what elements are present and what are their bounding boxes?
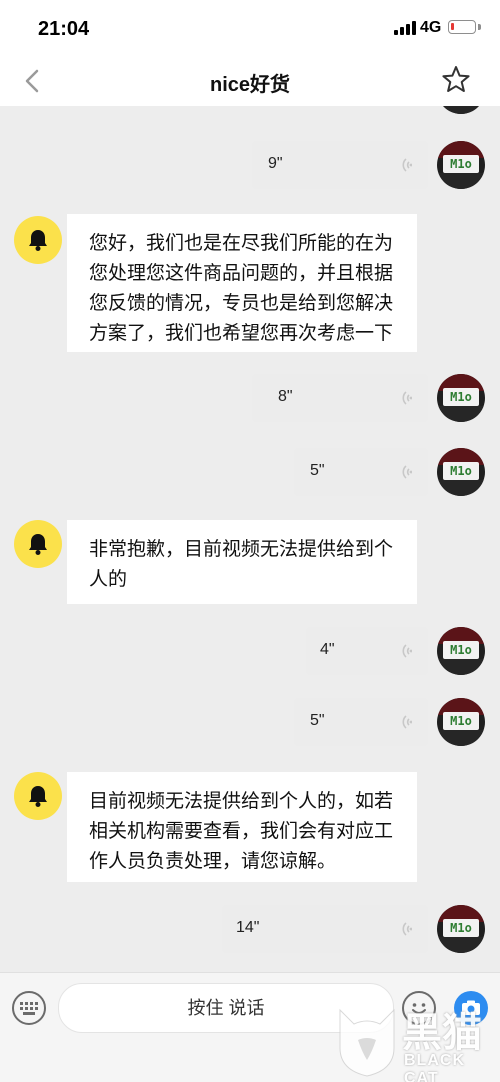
voice-duration: 8" bbox=[278, 388, 293, 405]
battery-icon bbox=[448, 20, 476, 34]
network-type: 4G bbox=[420, 19, 442, 36]
bell-icon bbox=[29, 786, 47, 807]
bell-icon bbox=[29, 230, 47, 251]
voice-message[interactable]: 8" bbox=[252, 374, 428, 422]
user-avatar[interactable]: M1o bbox=[437, 627, 485, 675]
voice-duration: 5" bbox=[310, 712, 325, 729]
voice-duration: 14" bbox=[236, 919, 260, 936]
bot-avatar[interactable] bbox=[14, 520, 62, 568]
voice-wave-icon bbox=[402, 715, 412, 729]
bot-avatar[interactable] bbox=[14, 772, 62, 820]
voice-message[interactable]: 4" bbox=[306, 627, 428, 675]
favorite-button[interactable] bbox=[440, 63, 472, 97]
keyboard-button[interactable] bbox=[12, 991, 46, 1025]
voice-wave-icon bbox=[402, 158, 412, 172]
watermark-en: BLACK CAT bbox=[404, 1052, 465, 1082]
user-avatar[interactable]: M1o bbox=[437, 448, 485, 496]
user-avatar[interactable]: M1o bbox=[437, 698, 485, 746]
cat-logo-icon bbox=[339, 1008, 395, 1077]
bot-message[interactable]: 您好，我们也是在尽我们所能的在为您处理您这件商品问题的，并且根据您反馈的情况，专… bbox=[67, 214, 417, 352]
voice-message[interactable]: 5" bbox=[294, 448, 428, 496]
user-avatar[interactable]: M1o bbox=[437, 374, 485, 422]
status-time: 21:04 bbox=[38, 18, 90, 40]
star-outline-icon bbox=[442, 66, 470, 92]
battery-level bbox=[451, 23, 454, 30]
user-avatar[interactable]: M1o bbox=[437, 905, 485, 953]
voice-wave-icon bbox=[402, 465, 412, 479]
voice-message[interactable]: 14" bbox=[222, 905, 428, 953]
watermark-cn: 黑猫 bbox=[402, 1010, 482, 1056]
battery-tip bbox=[478, 24, 481, 30]
voice-wave-icon bbox=[402, 922, 412, 936]
bot-avatar[interactable] bbox=[14, 216, 62, 264]
keyboard-icon bbox=[20, 1002, 38, 1015]
bot-message[interactable]: 目前视频无法提供给到个人的，如若相关机构需要查看，我们会有对应工作人员负责处理，… bbox=[67, 772, 417, 882]
page-title: nice好货 bbox=[209, 74, 291, 96]
bell-icon bbox=[29, 534, 47, 555]
user-avatar[interactable]: M1o bbox=[437, 141, 485, 189]
voice-message[interactable]: 5" bbox=[294, 698, 428, 746]
status-bar: 21:04 4G bbox=[0, 0, 500, 56]
voice-duration: 4" bbox=[320, 641, 335, 658]
black-cat-watermark: 黑猫 BLACK CAT bbox=[334, 1000, 494, 1082]
signal-icon bbox=[394, 21, 418, 35]
chat-screen: 21:04 4G nice好货 M1o bbox=[0, 0, 500, 1082]
voice-wave-icon bbox=[402, 391, 412, 405]
chat-list[interactable]: M1o 9" M1o 您好，我们也是在尽我们所能的在为您处理您这件商品问题的，并… bbox=[0, 106, 500, 972]
voice-duration: 5" bbox=[310, 462, 325, 479]
bot-message[interactable]: 非常抱歉，目前视频无法提供给到个人的 bbox=[67, 520, 417, 604]
voice-duration: 9" bbox=[268, 155, 283, 172]
voice-message[interactable]: 9" bbox=[252, 141, 428, 189]
user-avatar[interactable]: M1o bbox=[437, 106, 485, 114]
nav-bar: nice好货 bbox=[0, 56, 500, 106]
voice-wave-icon bbox=[402, 644, 412, 658]
